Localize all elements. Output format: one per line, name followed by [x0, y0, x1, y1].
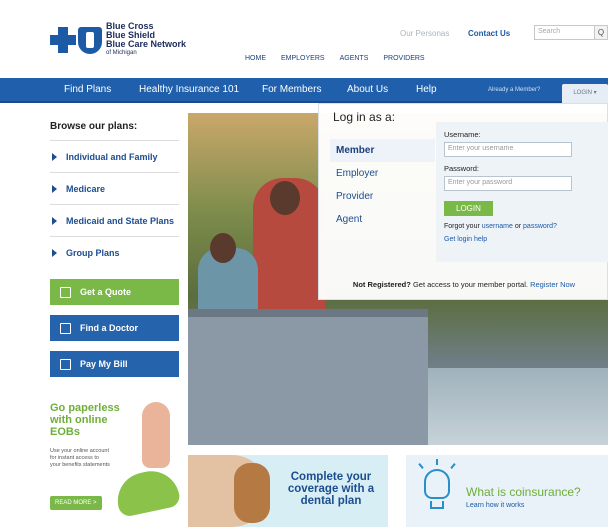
role-agent[interactable]: Agent [330, 208, 435, 231]
browse-plans-title: Browse our plans: [50, 121, 138, 132]
arrow-right-icon [52, 248, 57, 257]
coinsurance-link[interactable]: Learn how it works [466, 502, 524, 509]
forgot-credentials: Forgot your username or password? [444, 223, 600, 230]
not-registered-text: Get access to your member portal. [412, 280, 528, 289]
login-tab[interactable]: LOGIN ▾ [562, 84, 608, 103]
arrow-right-icon [52, 152, 57, 161]
role-employer[interactable]: Employer [330, 162, 435, 185]
already-member-label: Already a Member? [488, 87, 541, 93]
login-title: Log in as a: [333, 110, 396, 124]
get-a-quote-button[interactable]: Get a Quote [50, 279, 179, 305]
login-form: Username: Enter your username Password: … [436, 122, 608, 262]
register-now-link[interactable]: Register Now [530, 280, 575, 289]
medical-kit-icon [60, 322, 71, 334]
light-ray [418, 463, 424, 469]
nav-help[interactable]: Help [416, 84, 437, 95]
login-button[interactable]: LOGIN [444, 201, 493, 216]
plan-item-medicare[interactable]: Medicare [50, 172, 179, 204]
plan-label: Group Plans [66, 247, 120, 258]
main-nav: Find Plans Healthy Insurance 101 For Mem… [0, 78, 608, 103]
login-help-link[interactable]: Get login help [444, 236, 600, 243]
logo-line-4: of Michigan [106, 50, 137, 56]
top-nav: HOME EMPLOYERS AGENTS PROVIDERS [245, 55, 425, 62]
shield-icon [78, 26, 102, 54]
role-member[interactable]: Member [330, 139, 435, 162]
site-header: Blue Cross Blue Shield Blue Care Network… [0, 0, 608, 78]
our-personas-link[interactable]: Our Personas [400, 29, 449, 38]
father-head [270, 181, 300, 215]
logo-line-3: Blue Care Network [106, 39, 187, 49]
password-label: Password: [444, 164, 480, 173]
plan-label: Medicaid and State Plans [66, 215, 175, 226]
son-head [210, 233, 236, 263]
coinsurance-title: What is coinsurance? [466, 485, 581, 499]
edit-icon [60, 286, 71, 298]
cross-icon [50, 26, 76, 53]
wooden-dock [188, 309, 428, 445]
plan-label: Individual and Family [66, 151, 158, 162]
lightbulb-base [430, 501, 444, 509]
light-ray [450, 463, 456, 469]
plan-item-medicaid[interactable]: Medicaid and State Plans [50, 204, 179, 236]
paperless-promo: Go paperless with online EOBs Use your o… [50, 402, 182, 519]
toothbrush-image [234, 463, 270, 523]
coinsurance-promo[interactable]: What is coinsurance? Learn how it works [406, 455, 608, 527]
nav-healthy-insurance[interactable]: Healthy Insurance 101 [139, 84, 239, 95]
top-nav-agents[interactable]: AGENTS [340, 55, 369, 62]
forgot-username-link[interactable]: username [482, 223, 513, 230]
top-nav-providers[interactable]: PROVIDERS [383, 55, 424, 62]
nav-for-members[interactable]: For Members [262, 84, 321, 95]
paperless-title: Go paperless with online EOBs [50, 402, 120, 438]
forgot-prefix: Forgot your [444, 223, 480, 230]
arrow-right-icon [52, 184, 57, 193]
username-field[interactable]: Enter your username [444, 142, 572, 157]
nav-about-us[interactable]: About Us [347, 84, 388, 95]
button-label: Pay My Bill [80, 359, 128, 369]
not-registered-label: Not Registered? [352, 280, 411, 289]
nav-find-plans[interactable]: Find Plans [64, 84, 111, 95]
dock-rail [188, 309, 428, 317]
computer-mouse-image [112, 465, 182, 519]
top-nav-home[interactable]: HOME [245, 55, 266, 62]
username-label: Username: [444, 130, 481, 139]
forgot-password-link[interactable]: password? [523, 223, 557, 230]
logo-text: Blue Cross Blue Shield Blue Care Network… [106, 22, 186, 58]
not-registered-row: Not Registered? Get access to your membe… [319, 280, 608, 289]
dental-promo[interactable]: Complete your coverage with a dental pla… [188, 455, 388, 527]
login-panel: Log in as a: Member Employer Provider Ag… [318, 103, 608, 300]
button-label: Get a Quote [80, 287, 132, 297]
plan-item-group[interactable]: Group Plans [50, 236, 179, 268]
read-more-button[interactable]: READ MORE > [50, 496, 102, 510]
password-field[interactable]: Enter your password [444, 176, 572, 191]
plan-list: Individual and Family Medicare Medicaid … [50, 140, 179, 268]
plan-item-individual[interactable]: Individual and Family [50, 140, 179, 172]
paperless-body: Use your online account for instant acce… [50, 448, 110, 468]
arrow-right-icon [52, 216, 57, 225]
top-nav-employers[interactable]: EMPLOYERS [281, 55, 325, 62]
role-list: Member Employer Provider Agent [330, 139, 435, 231]
bill-icon [60, 358, 71, 370]
forgot-or: or [514, 223, 522, 230]
contact-us-link[interactable]: Contact Us [468, 29, 510, 38]
dental-promo-text: Complete your coverage with a dental pla… [287, 471, 375, 507]
search-icon[interactable]: Q [594, 25, 608, 40]
logo-marks [50, 26, 102, 54]
role-provider[interactable]: Provider [330, 185, 435, 208]
button-label: Find a Doctor [80, 323, 138, 333]
lightbulb-icon [424, 469, 450, 499]
plan-label: Medicare [66, 183, 106, 194]
finger-image [142, 402, 170, 468]
pay-my-bill-button[interactable]: Pay My Bill [50, 351, 179, 377]
find-a-doctor-button[interactable]: Find a Doctor [50, 315, 179, 341]
light-ray [436, 459, 438, 465]
search-input[interactable]: Search [534, 25, 598, 40]
bcbs-logo[interactable]: Blue Cross Blue Shield Blue Care Network… [50, 22, 186, 58]
